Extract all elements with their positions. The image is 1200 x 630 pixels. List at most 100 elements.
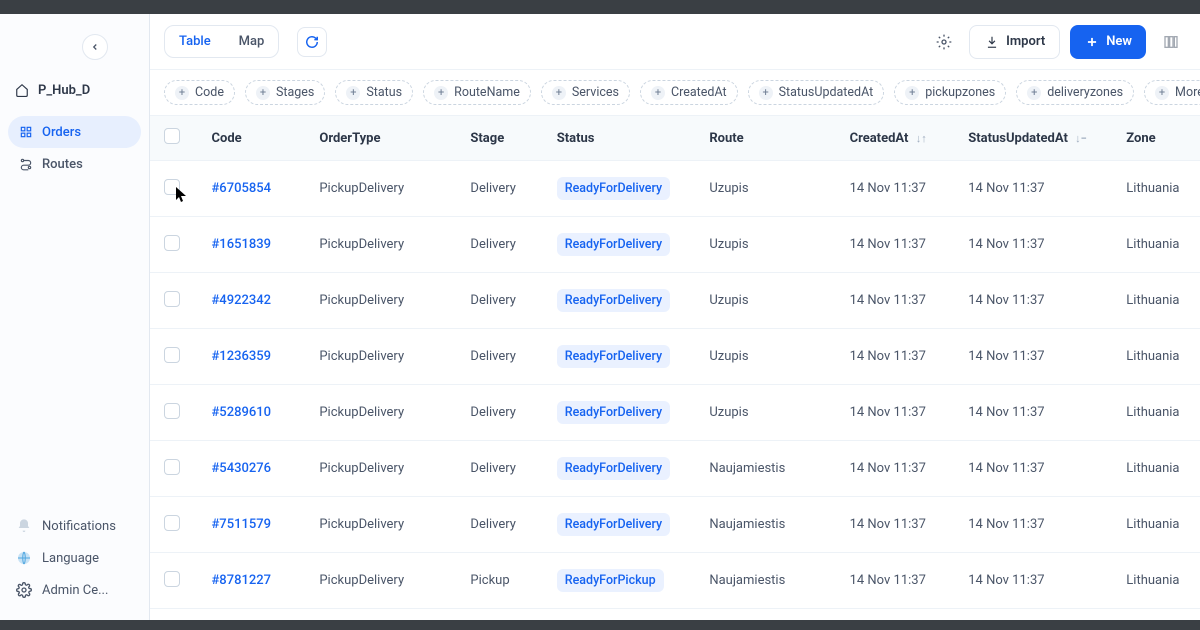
- sidebar-item-admin[interactable]: Admin Ce...: [8, 574, 141, 606]
- filter-chip-status[interactable]: +Status: [335, 80, 413, 105]
- order-code-link[interactable]: #6705854: [211, 181, 271, 196]
- filter-chip-label: RouteName: [454, 85, 520, 100]
- cell-route: Uzupis: [695, 385, 835, 441]
- refresh-button[interactable]: [297, 27, 327, 57]
- import-button[interactable]: Import: [969, 25, 1060, 59]
- filter-chip-label: StatusUpdatedAt: [779, 85, 874, 100]
- order-code-link[interactable]: #5289610: [211, 405, 271, 420]
- table-row[interactable]: #8781227 PickupDelivery Pickup ReadyForP…: [150, 553, 1200, 609]
- sidebar-item-label: Language: [42, 551, 99, 566]
- column-createdat[interactable]: CreatedAt ↓↑: [836, 116, 955, 161]
- cell-zone: Lithuania: [1112, 217, 1200, 273]
- plus-icon: +: [175, 86, 189, 100]
- filter-chip-label: Status: [366, 85, 402, 100]
- orders-table-wrap[interactable]: Code OrderType Stage Status Route Create…: [150, 116, 1200, 620]
- cell-ordertype: PickupDelivery: [305, 161, 456, 217]
- column-zone[interactable]: Zone: [1112, 116, 1200, 161]
- status-badge: ReadyForDelivery: [557, 177, 670, 200]
- row-checkbox[interactable]: [164, 291, 180, 307]
- filter-chip-code[interactable]: +Code: [164, 80, 235, 105]
- tab-table[interactable]: Table: [165, 26, 225, 57]
- table-row[interactable]: #4922342 PickupDelivery Delivery ReadyFo…: [150, 273, 1200, 329]
- cell-zone: Lithuania: [1112, 609, 1200, 621]
- sidebar-item-language[interactable]: Language: [8, 542, 141, 574]
- columns-icon: [1163, 34, 1179, 50]
- table-row[interactable]: #1236359 PickupDelivery Delivery ReadyFo…: [150, 329, 1200, 385]
- cell-createdat: 14 Nov 11:37: [836, 553, 955, 609]
- order-code-link[interactable]: #1651839: [211, 237, 271, 252]
- sidebar-item-orders[interactable]: Orders: [8, 116, 141, 148]
- new-button[interactable]: New: [1070, 25, 1146, 59]
- table-row[interactable]: #5430276 PickupDelivery Delivery ReadyFo…: [150, 441, 1200, 497]
- column-route[interactable]: Route: [695, 116, 835, 161]
- row-checkbox[interactable]: [164, 459, 180, 475]
- hub-label: P_Hub_D: [38, 83, 90, 98]
- row-checkbox[interactable]: [164, 347, 180, 363]
- row-checkbox[interactable]: [164, 235, 180, 251]
- table-row[interactable]: #1651839 PickupDelivery Delivery ReadyFo…: [150, 217, 1200, 273]
- cell-stage: Delivery: [456, 441, 542, 497]
- cell-statusupdatedat: 14 Nov 11:37: [954, 161, 1112, 217]
- row-checkbox[interactable]: [164, 571, 180, 587]
- routes-icon: [18, 156, 34, 172]
- column-status[interactable]: Status: [543, 116, 696, 161]
- table-row[interactable]: #7511579 PickupDelivery Delivery ReadyFo…: [150, 497, 1200, 553]
- order-code-link[interactable]: #1236359: [211, 349, 271, 364]
- sidebar-collapse-button[interactable]: [82, 34, 108, 60]
- filter-chip-label: CreatedAt: [671, 85, 727, 100]
- filter-chip-routename[interactable]: +RouteName: [423, 80, 531, 105]
- row-checkbox[interactable]: [164, 403, 180, 419]
- cell-stage: Delivery: [456, 161, 542, 217]
- bell-icon: [16, 518, 32, 534]
- filter-chip-createdat[interactable]: +CreatedAt: [640, 80, 738, 105]
- cell-statusupdatedat: 14 Nov 11:37: [954, 273, 1112, 329]
- table-row[interactable]: #6705854 PickupDelivery Delivery ReadyFo…: [150, 161, 1200, 217]
- table-row[interactable]: #5153029 PickupDelivery Pickup ReadyForP…: [150, 609, 1200, 621]
- column-ordertype[interactable]: OrderType: [305, 116, 456, 161]
- cell-ordertype: PickupDelivery: [305, 497, 456, 553]
- gear-icon: [936, 34, 952, 50]
- columns-button[interactable]: [1156, 27, 1186, 57]
- filter-chip-label: deliveryzones: [1047, 85, 1123, 100]
- cell-statusupdatedat: 14 Nov 11:37: [954, 553, 1112, 609]
- cell-createdat: 14 Nov 11:37: [836, 217, 955, 273]
- cell-createdat: 14 Nov 11:37: [836, 385, 955, 441]
- status-badge: ReadyForDelivery: [557, 345, 670, 368]
- filter-chip-statusupdatedat[interactable]: +StatusUpdatedAt: [748, 80, 885, 105]
- select-all-checkbox[interactable]: [164, 128, 180, 144]
- filter-chip-services[interactable]: +Services: [541, 80, 630, 105]
- filter-chip-pickupzones[interactable]: +pickupzones: [894, 80, 1006, 105]
- order-code-link[interactable]: #7511579: [211, 517, 271, 532]
- filter-chip-more[interactable]: +More: [1144, 80, 1200, 105]
- cell-stage: Delivery: [456, 385, 542, 441]
- sidebar-nav: Orders Routes: [0, 116, 149, 180]
- order-code-link[interactable]: #4922342: [211, 293, 271, 308]
- cell-createdat: 14 Nov 11:37: [836, 497, 955, 553]
- hub-selector[interactable]: P_Hub_D: [0, 76, 149, 104]
- column-code[interactable]: Code: [197, 116, 305, 161]
- tab-map[interactable]: Map: [225, 26, 279, 57]
- filter-chip-deliveryzones[interactable]: +deliveryzones: [1016, 80, 1134, 105]
- row-checkbox[interactable]: [164, 179, 180, 195]
- order-code-link[interactable]: #8781227: [211, 573, 271, 588]
- sidebar-bottom: Notifications Language Admin Ce...: [0, 510, 149, 610]
- cell-zone: Lithuania: [1112, 161, 1200, 217]
- filter-chip-stages[interactable]: +Stages: [245, 80, 325, 105]
- row-checkbox[interactable]: [164, 515, 180, 531]
- table-row[interactable]: #5289610 PickupDelivery Delivery ReadyFo…: [150, 385, 1200, 441]
- import-label: Import: [1006, 34, 1045, 49]
- table-header-row: Code OrderType Stage Status Route Create…: [150, 116, 1200, 161]
- orders-icon: [18, 124, 34, 140]
- cell-ordertype: PickupDelivery: [305, 273, 456, 329]
- column-statusupdatedat[interactable]: StatusUpdatedAt ↓−: [954, 116, 1112, 161]
- sidebar-item-notifications[interactable]: Notifications: [8, 510, 141, 542]
- cell-route: Naujamiestis: [695, 497, 835, 553]
- main: Table Map Import: [150, 14, 1200, 620]
- order-code-link[interactable]: #5430276: [211, 461, 271, 476]
- status-badge: ReadyForPickup: [557, 569, 664, 592]
- sidebar-item-routes[interactable]: Routes: [8, 148, 141, 180]
- settings-button[interactable]: [929, 27, 959, 57]
- column-select[interactable]: [150, 116, 197, 161]
- column-stage[interactable]: Stage: [456, 116, 542, 161]
- cell-createdat: 14 Nov 11:37: [836, 609, 955, 621]
